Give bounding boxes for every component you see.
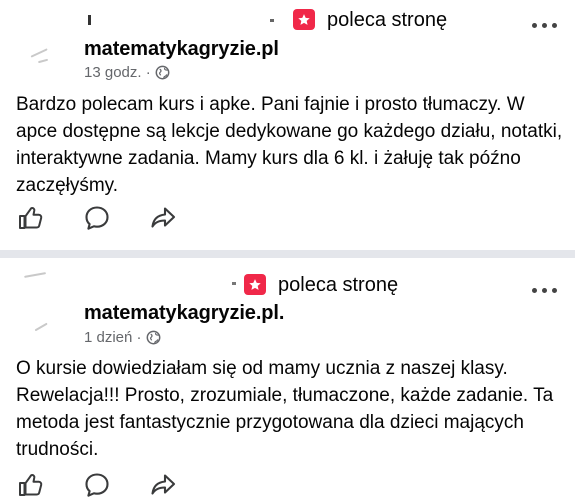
like-button[interactable] [16,203,46,233]
post-text: Bardzo polecam kurs i apke. Pani fajnie … [16,94,563,196]
recommends-label: poleca stronę [278,274,399,296]
recommends-label: poleca stronę [327,9,448,31]
post-meta: 13 godz. · [84,64,170,81]
comment-icon [85,473,109,497]
page-name-link[interactable]: matematykagryzie.pl [84,38,279,61]
share-icon [151,207,176,228]
post-time[interactable]: 1 dzień · [84,329,142,346]
avatar[interactable] [14,2,84,72]
post-time[interactable]: 13 godz. · [84,64,151,81]
reviewer-name[interactable] [82,274,242,288]
reviewer-name[interactable] [82,10,282,25]
star-badge-icon [293,9,315,30]
post-text: O kursie dowiedziałam się od mamy ucznia… [16,358,554,460]
share-icon [151,474,176,495]
more-options-icon[interactable] [532,21,558,29]
review-post: poleca stronę matematykagryzie.pl. 1 dzi… [0,258,575,502]
globe-icon [146,330,160,345]
page-name-link[interactable]: matematykagryzie.pl. [84,302,284,325]
comment-button[interactable] [82,203,112,233]
comment-icon [85,206,109,230]
comment-button[interactable] [82,470,112,500]
post-actions [16,203,178,233]
like-icon [19,474,43,496]
globe-icon [155,65,170,80]
review-post: poleca stronę matematykagryzie.pl 13 god… [0,0,575,250]
like-icon [19,207,43,229]
avatar[interactable] [14,266,84,336]
more-options-icon[interactable] [532,286,558,294]
star-badge-icon [244,274,266,295]
share-button[interactable] [148,203,178,233]
share-button[interactable] [148,470,178,500]
post-separator [0,250,575,258]
post-meta: 1 dzień · [84,329,161,346]
post-actions [16,470,178,500]
like-button[interactable] [16,470,46,500]
